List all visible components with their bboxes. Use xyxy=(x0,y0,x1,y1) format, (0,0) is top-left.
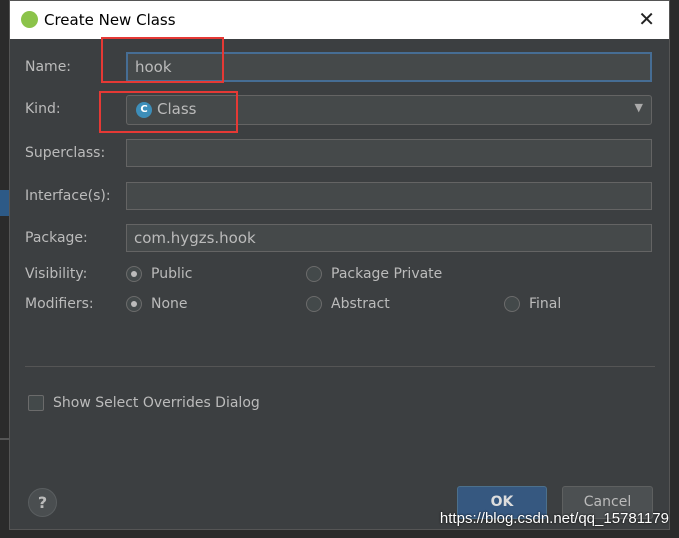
overrides-label[interactable]: Show Select Overrides Dialog xyxy=(53,395,260,411)
package-input[interactable]: com.hygzs.hook xyxy=(126,224,652,252)
interfaces-label: Interface(s): xyxy=(25,188,111,204)
abstract-label[interactable]: Abstract xyxy=(331,296,390,312)
name-label: Name: xyxy=(25,59,72,75)
public-radio[interactable] xyxy=(126,266,142,282)
package-label: Package: xyxy=(25,230,88,246)
interfaces-input[interactable] xyxy=(126,182,652,210)
overrides-checkbox[interactable] xyxy=(28,395,44,411)
kind-label: Kind: xyxy=(25,101,61,117)
divider xyxy=(25,366,655,367)
chevron-down-icon: ▼ xyxy=(634,101,643,114)
final-radio[interactable] xyxy=(504,296,520,312)
title-bar: Create New Class ✕ xyxy=(10,1,669,39)
highlight-box-name xyxy=(101,37,224,83)
abstract-radio[interactable] xyxy=(306,296,322,312)
close-icon[interactable]: ✕ xyxy=(638,7,655,31)
watermark: https://blog.csdn.net/qq_15781179 xyxy=(439,510,669,527)
highlight-box-kind xyxy=(99,91,238,133)
final-label[interactable]: Final xyxy=(529,296,561,312)
help-button[interactable]: ? xyxy=(28,488,57,517)
dialog-title: Create New Class xyxy=(44,11,176,29)
public-label[interactable]: Public xyxy=(151,266,192,282)
modifiers-label: Modifiers: xyxy=(25,296,94,312)
package-private-label[interactable]: Package Private xyxy=(331,266,442,282)
none-radio[interactable] xyxy=(126,296,142,312)
superclass-label: Superclass: xyxy=(25,145,106,161)
visibility-label: Visibility: xyxy=(25,266,88,282)
android-studio-logo-icon xyxy=(21,11,38,28)
package-private-radio[interactable] xyxy=(306,266,322,282)
superclass-input[interactable] xyxy=(126,139,652,167)
none-label[interactable]: None xyxy=(151,296,188,312)
